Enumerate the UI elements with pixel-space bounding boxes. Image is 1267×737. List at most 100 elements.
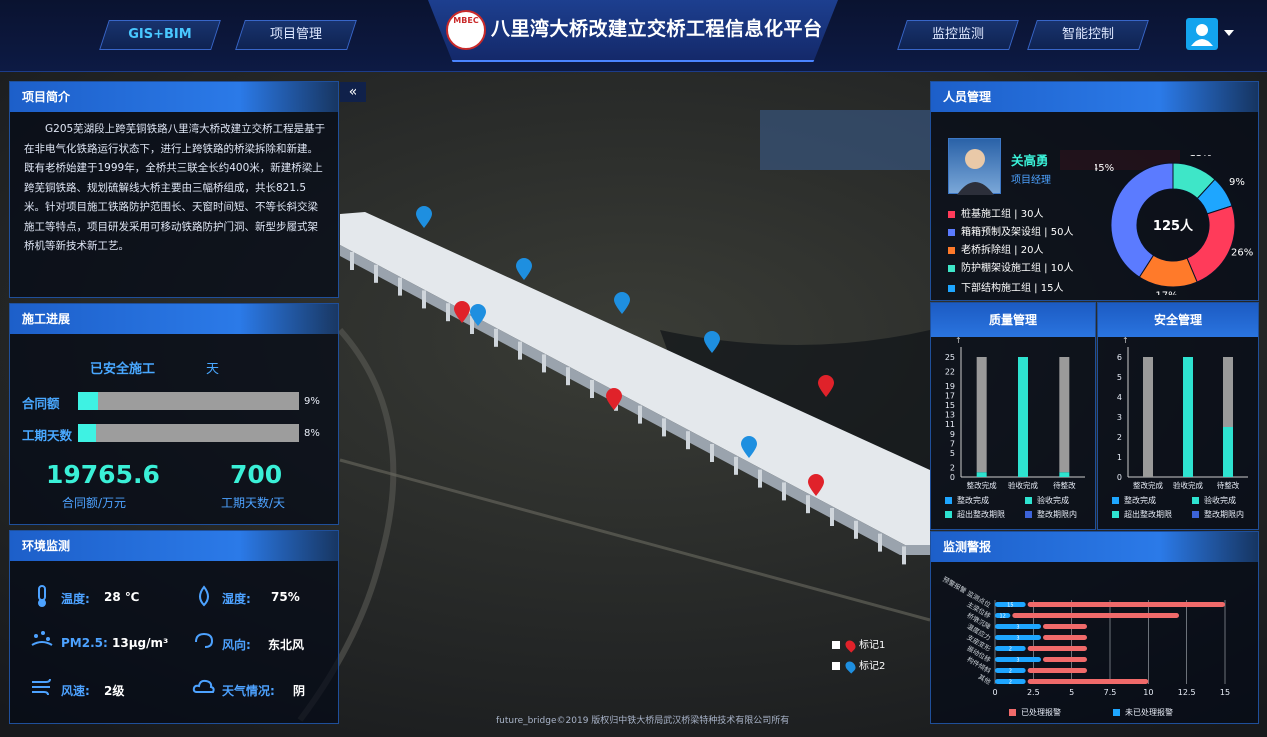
copyright-text: future_bridge©2019 版权归中铁大桥局武汉桥梁特种技术有限公司所… — [496, 716, 790, 726]
temperature-label: 温度: — [61, 592, 90, 606]
bridge-pier — [878, 533, 882, 552]
bar-handled — [1043, 657, 1087, 662]
progress-title: 施工进展 — [10, 304, 338, 334]
team-label: 箱箱预制及架设组 | 50人 — [961, 227, 1074, 238]
humidity-icon — [199, 585, 209, 607]
contract-amount-value: 19765.6 — [46, 460, 160, 489]
team-item: 箱箱预制及架设组 | 50人 — [948, 223, 1073, 238]
bar-handled — [1027, 668, 1087, 673]
temperature-value: 28 ℃ — [104, 590, 140, 604]
bar-handled — [1012, 613, 1179, 618]
y-tick-label: 3 — [1117, 413, 1122, 422]
y-tick-label: 13 — [945, 411, 955, 420]
x-tick-label: 7.5 — [1104, 688, 1117, 697]
donut-slice-label: 26% — [1231, 248, 1253, 259]
donut-slice-label: 17% — [1155, 291, 1177, 295]
nav-gis-bim[interactable]: GIS+BIM — [99, 20, 221, 50]
x-tick-label: 验收完成 — [1173, 480, 1203, 490]
y-tick-label: 9 — [950, 430, 955, 439]
wind-speed-icon — [32, 678, 51, 696]
map-legend-marker1[interactable]: 标记1 — [832, 636, 886, 653]
team-label: 下部结构施工组 | 15人 — [961, 283, 1064, 294]
bar — [1143, 357, 1153, 477]
donut-slice-label: 45% — [1095, 163, 1114, 174]
nav-project-management[interactable]: 项目管理 — [235, 20, 357, 50]
legend-label: 验收完成 — [1037, 495, 1069, 505]
safe-days-unit: 天 — [206, 362, 220, 377]
donut-slice-label: 9% — [1229, 177, 1245, 188]
project-intro-title: 项目简介 — [10, 82, 338, 112]
bar — [1059, 357, 1070, 473]
nav-monitoring[interactable]: 监控监测 — [897, 20, 1019, 50]
thermometer-icon — [38, 585, 46, 607]
contract-progress-label: 合同额 — [22, 396, 60, 411]
logo-text: MBEC — [453, 16, 479, 25]
contract-amount-caption: 合同额/万元 — [62, 496, 127, 510]
checkbox-icon[interactable] — [832, 641, 840, 649]
bridge-pier — [710, 444, 714, 462]
team-label: 老桥拆除组 | 20人 — [961, 245, 1044, 256]
wind-speed-value: 2级 — [104, 684, 125, 698]
quality-title: 质量管理 — [931, 303, 1095, 337]
y-tick-label: 7 — [950, 439, 955, 448]
environment-panel: 环境监测 — [9, 530, 339, 724]
marker1-label: 标记1 — [859, 640, 886, 651]
bridge-pier — [782, 482, 786, 501]
bar-data-label: 2 — [1009, 647, 1012, 653]
dust-icon — [31, 631, 53, 646]
legend-label: 未已处理报警 — [1125, 707, 1173, 717]
pm25-label: PM2.5: — [61, 636, 108, 650]
y-axis-arrow: ↑ — [955, 337, 962, 345]
duration-days-caption: 工期天数/天 — [221, 496, 286, 510]
bridge-pier — [830, 508, 834, 526]
y-tick-label: 17 — [945, 391, 955, 400]
weather-cloud-icon — [192, 679, 215, 693]
checkbox-icon[interactable] — [832, 662, 840, 670]
bridge-pier — [566, 367, 570, 386]
map-legend-marker2[interactable]: 标记2 — [832, 657, 885, 674]
nav-gis-bim-label: GIS+BIM — [128, 27, 192, 42]
user-menu-chevron-icon[interactable] — [1224, 30, 1234, 36]
y-tick-label: 0 — [1117, 473, 1122, 482]
quality-bar-chart: ↑0257911131517192225整改完成 验收完成 待整改整改完成 验收完成超… — [945, 337, 1085, 519]
nav-smart-control[interactable]: 智能控制 — [1027, 20, 1149, 50]
bridge-pier — [758, 469, 762, 488]
legend-label: 超出整改期限 — [957, 509, 1005, 519]
bar-data-label: 3 — [1016, 636, 1019, 642]
legend-swatch — [1112, 497, 1119, 504]
team-item: 老桥拆除组 | 20人 — [948, 241, 1043, 256]
project-intro-panel: 项目简介 G205芜湖段上跨芜铜铁路八里湾大桥改建立交桥工程是基于在非电气化铁路… — [9, 81, 339, 298]
bar — [976, 472, 987, 477]
duration-progress-label: 工期天数 — [22, 428, 73, 443]
collapse-panel-button[interactable]: « — [340, 82, 366, 102]
legend-swatch — [1009, 709, 1016, 716]
red-pin-icon — [843, 637, 858, 653]
bridge-pier — [494, 328, 498, 347]
bar-handled — [1027, 679, 1149, 684]
bridge-pier — [518, 341, 522, 360]
team-item: 桩基施工组 | 30人 — [948, 205, 1043, 220]
nav-project-management-label: 项目管理 — [269, 27, 322, 42]
bridge-pier — [374, 264, 378, 283]
bar-data-label: 12 — [999, 614, 1005, 620]
personnel-title: 人员管理 — [931, 82, 1258, 112]
bridge-pier — [734, 456, 738, 475]
person-avatar-icon — [957, 149, 994, 195]
donut-center-label: 125人 — [1153, 218, 1194, 234]
y-tick-label: 19 — [945, 382, 955, 391]
bridge-pier — [422, 290, 426, 309]
wind-direction-value: 东北风 — [268, 638, 305, 652]
x-tick-label: 0 — [992, 688, 997, 697]
user-avatar-button[interactable] — [1186, 18, 1218, 50]
bridge-pier — [638, 405, 642, 424]
contract-progress-percent: 9% — [304, 396, 320, 407]
pm25-value: 13μg/m³ — [112, 636, 169, 650]
bridge-pier — [662, 418, 666, 437]
bar — [1183, 357, 1193, 477]
legend-label: 已处理报警 — [1021, 707, 1061, 717]
user-icon — [1191, 24, 1213, 46]
legend-swatch — [1025, 497, 1032, 504]
bar — [1223, 427, 1233, 477]
legend-swatch — [945, 497, 952, 504]
legend-label: 整改期限内 — [1037, 509, 1077, 519]
